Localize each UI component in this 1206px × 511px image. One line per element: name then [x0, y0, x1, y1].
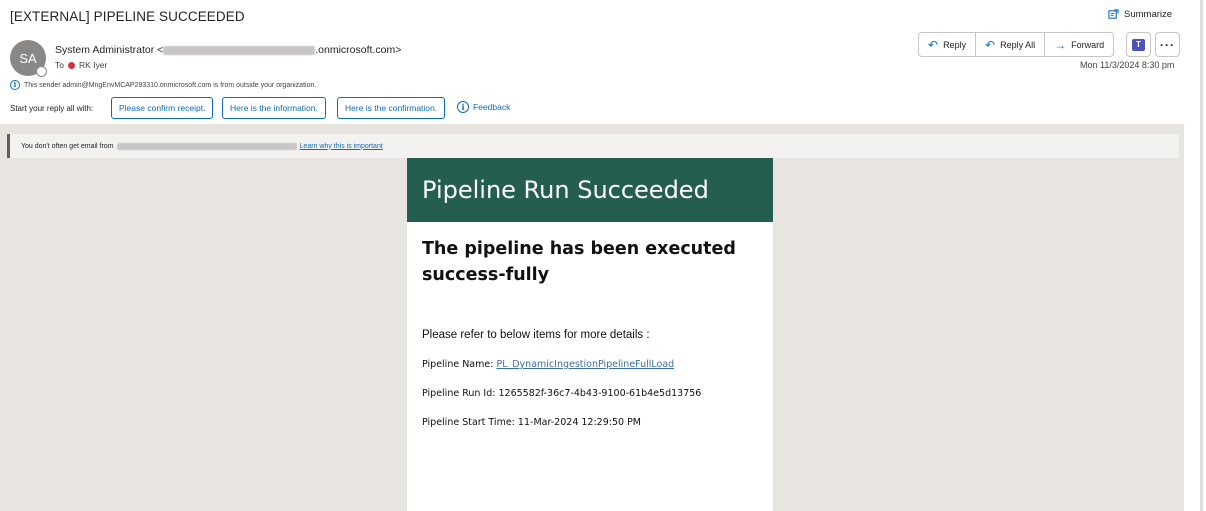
pipeline-name-label: Pipeline Name:: [422, 359, 494, 370]
email-date: Mon 11/3/2024 8:30 pm: [1080, 60, 1175, 70]
learn-why-link[interactable]: Learn why this is important: [300, 143, 383, 150]
run-id-value: 1265582f-36c7-4b43-9100-61b4e5d13756: [498, 388, 702, 399]
forward-icon: →: [1054, 37, 1067, 52]
safety-banner: You don't often get email from Learn why…: [7, 134, 1179, 158]
sender-domain: .onmicrosoft.com>: [315, 44, 402, 56]
quick-reply-prompt: Start your reply all with:: [10, 104, 94, 113]
to-label: To: [55, 60, 64, 70]
feedback-label: Feedback: [473, 102, 511, 112]
scrollbar[interactable]: [1200, 0, 1203, 511]
reply-all-label: Reply All: [1000, 39, 1036, 50]
summarize-button[interactable]: Summarize: [1108, 9, 1172, 20]
pipeline-name-link[interactable]: PL_DynamicIngestionPipelineFullLoad: [496, 359, 674, 370]
card-header: Pipeline Run Succeeded: [407, 158, 773, 222]
pipeline-name-row: Pipeline Name: PL_DynamicIngestionPipeli…: [422, 359, 674, 370]
quick-reply-confirm-receipt[interactable]: Please confirm receipt.: [111, 97, 214, 119]
feedback-link[interactable]: i Feedback: [457, 101, 510, 113]
feedback-icon: i: [457, 101, 469, 113]
reply-actions: ↶ Reply ↶ Reply All → Forward: [918, 32, 1115, 57]
start-time-row: Pipeline Start Time: 11-Mar-2024 12:29:5…: [422, 417, 641, 428]
forward-button[interactable]: → Forward: [1045, 33, 1113, 56]
sender-line[interactable]: System Administrator < .onmicrosoft.com>: [55, 44, 401, 56]
card-intro: Please refer to below items for more det…: [422, 329, 650, 341]
run-id-label: Pipeline Run Id:: [422, 388, 496, 399]
summarize-label: Summarize: [1124, 9, 1173, 20]
card-title: The pipeline has been executed success-f…: [422, 239, 736, 285]
external-sender-notice: i This sender admin@MngEnvMCAP293310.onm…: [10, 80, 316, 90]
forward-label: Forward: [1071, 39, 1105, 50]
to-line: To RK Iyer: [55, 60, 107, 70]
recipient-name[interactable]: RK Iyer: [79, 60, 107, 70]
quick-reply-information[interactable]: Here is the information.: [222, 97, 326, 119]
email-subject: [EXTERNAL] PIPELINE SUCCEEDED: [10, 9, 245, 24]
reply-icon: ↶: [928, 37, 939, 52]
run-id-row: Pipeline Run Id: 1265582f-36c7-4b43-9100…: [422, 388, 701, 399]
redacted-sender-address: [163, 45, 316, 55]
teams-icon: T: [1132, 38, 1145, 51]
start-time-label: Pipeline Start Time:: [422, 417, 515, 428]
presence-status-icon: [36, 66, 47, 77]
reply-button[interactable]: ↶ Reply: [919, 33, 977, 56]
info-icon: i: [10, 80, 20, 90]
redacted-sender: [116, 142, 297, 150]
sender-name: System Administrator <: [55, 44, 164, 56]
start-time-value: 11-Mar-2024 12:29:50 PM: [517, 417, 641, 428]
reply-all-button[interactable]: ↶ Reply All: [976, 33, 1046, 56]
safety-banner-text: You don't often get email from: [21, 142, 114, 150]
external-sender-text: This sender admin@MngEnvMCAP293310.onmic…: [24, 81, 317, 89]
summarize-icon: [1108, 9, 1119, 19]
more-actions-button[interactable]: ···: [1155, 32, 1180, 57]
recipient-status-icon: [67, 61, 75, 69]
teams-button[interactable]: T: [1126, 32, 1151, 57]
reply-label: Reply: [943, 39, 967, 50]
message-card: Pipeline Run Succeeded The pipeline has …: [407, 158, 773, 511]
reply-all-icon: ↶: [985, 37, 996, 52]
quick-reply-confirmation[interactable]: Here is the confirmation.: [337, 97, 446, 119]
